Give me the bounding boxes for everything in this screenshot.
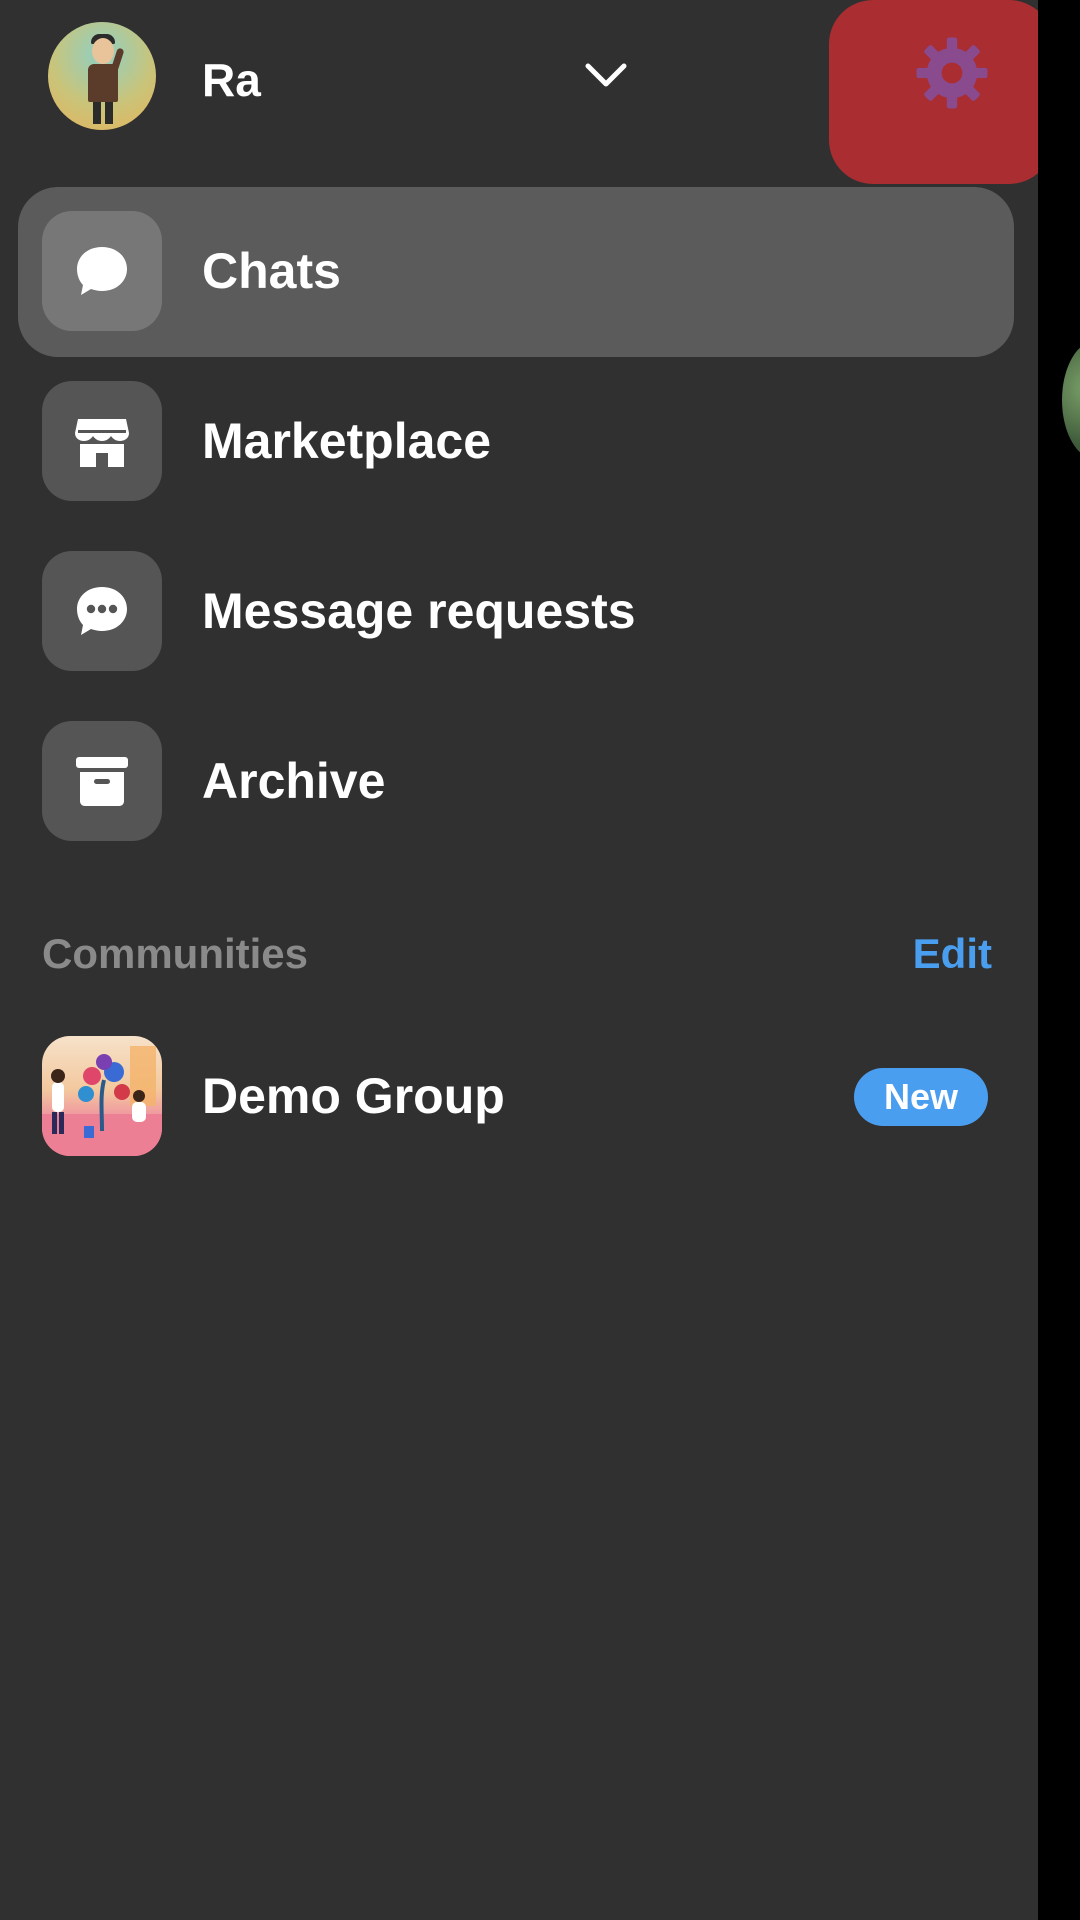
new-badge: New: [854, 1068, 988, 1126]
menu-item-label: Marketplace: [202, 413, 492, 469]
menu-item-message-requests[interactable]: Message requests: [18, 527, 1014, 697]
navigation-drawer: Ra Chats Marketplace Message requests Ar…: [0, 0, 1053, 1920]
background-chat-list-edge: [1038, 0, 1080, 1920]
storefront-icon: [75, 419, 129, 467]
profile-avatar[interactable]: [48, 22, 156, 130]
marketplace-icon-box: [42, 381, 162, 501]
menu-item-label: Message requests: [202, 583, 636, 639]
settings-button[interactable]: [829, 0, 1053, 184]
chats-icon-box: [42, 211, 162, 331]
menu-item-archive[interactable]: Archive: [18, 697, 1014, 867]
message-requests-icon-box: [42, 551, 162, 671]
community-item[interactable]: Demo Group New: [18, 1012, 1014, 1182]
archive-icon-box: [42, 721, 162, 841]
community-thumbnail: [42, 1036, 162, 1156]
communities-heading: Communities: [42, 930, 309, 977]
edit-communities-link[interactable]: Edit: [900, 928, 992, 980]
archive-box-icon: [76, 757, 128, 806]
menu-item-label: Chats: [202, 243, 341, 299]
menu-item-chats[interactable]: Chats: [18, 187, 1014, 357]
account-name[interactable]: Ra: [202, 52, 262, 108]
menu-item-marketplace[interactable]: Marketplace: [18, 357, 1014, 527]
gear-icon: [916, 37, 988, 109]
message-requests-icon: [77, 587, 127, 635]
community-name: Demo Group: [202, 1068, 505, 1124]
menu-item-label: Archive: [202, 753, 386, 809]
chevron-down-icon[interactable]: [585, 62, 627, 88]
community-illustration: [42, 1046, 162, 1156]
chat-bubble-icon: [77, 247, 127, 295]
